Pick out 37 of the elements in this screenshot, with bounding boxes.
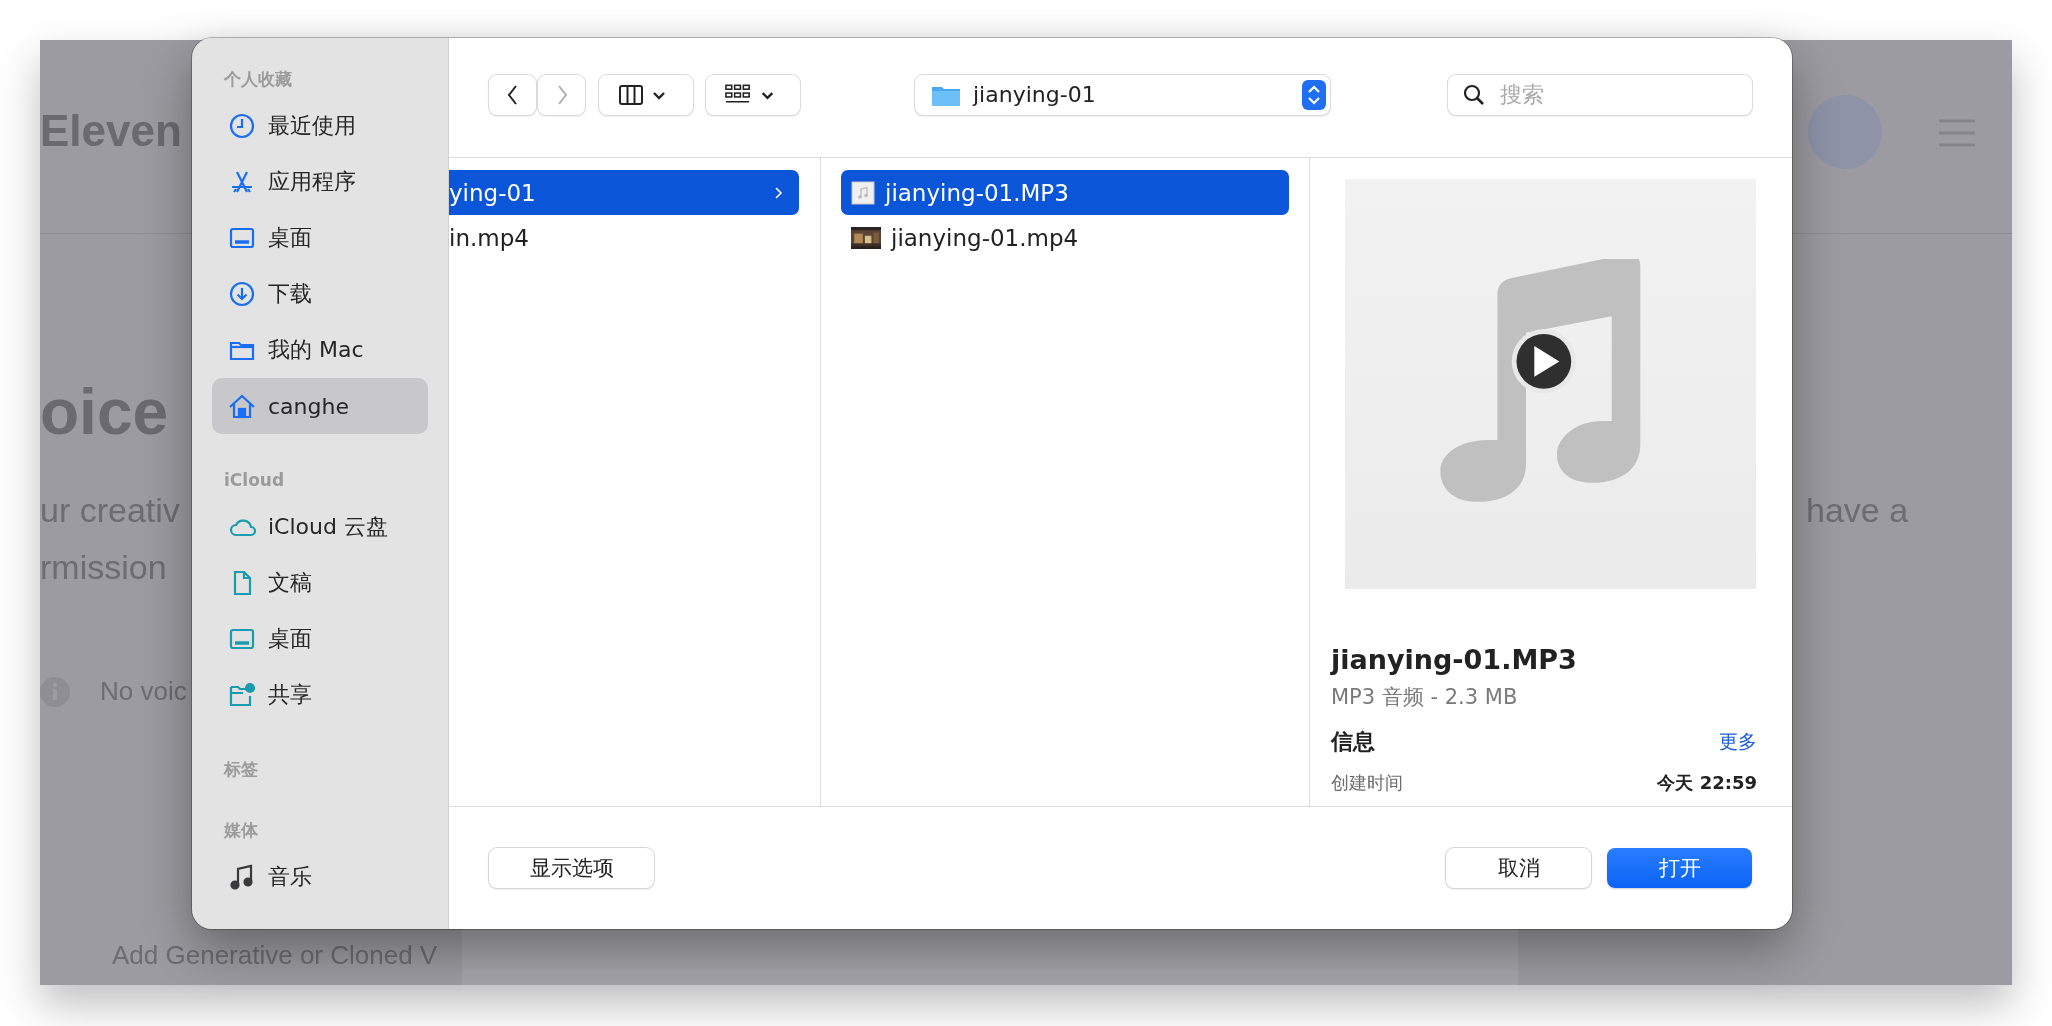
- path-label: jianying-01: [973, 82, 1097, 107]
- field-label: 创建时间: [1331, 771, 1403, 795]
- file-row[interactable]: jianying-01.mp4: [841, 215, 1289, 260]
- sidebar-item[interactable]: 桌面: [212, 210, 428, 266]
- options-button[interactable]: 显示选项: [489, 848, 654, 888]
- search-icon: [1462, 82, 1486, 107]
- search-field[interactable]: 搜索: [1448, 74, 1752, 115]
- group-button[interactable]: [706, 74, 800, 115]
- sidebar-item[interactable]: 应用程序: [212, 154, 428, 210]
- file-details: MP3 音频 - 2.3 MB: [1331, 684, 1519, 711]
- path-popup[interactable]: jianying-01: [915, 74, 1330, 115]
- section-header: iCloud: [223, 469, 286, 492]
- sidebar-item[interactable]: 桌面: [212, 611, 428, 667]
- stepper-icon: [1302, 79, 1326, 110]
- file-row[interactable]: in.mp4: [449, 215, 799, 260]
- sidebar-item[interactable]: 文稿: [212, 555, 428, 611]
- sidebar-item[interactable]: 音乐: [212, 849, 428, 905]
- sidebar-item[interactable]: 下载: [212, 266, 428, 322]
- sidebar-item[interactable]: iCloud 云盘: [212, 499, 428, 555]
- more-link[interactable]: 更多: [1719, 729, 1757, 755]
- audio-file-icon: [851, 180, 875, 205]
- file-name: jianying-01.MP3: [1331, 644, 1578, 675]
- open-button[interactable]: 打开: [1607, 848, 1752, 888]
- sidebar-item[interactable]: 我的 Mac: [212, 322, 428, 378]
- file-row[interactable]: jianying-01.MP3: [841, 170, 1289, 215]
- info-heading: 信息: [1331, 728, 1375, 756]
- view-mode-button[interactable]: [599, 74, 693, 115]
- sidebar-item[interactable]: canghe: [212, 378, 428, 434]
- cancel-button[interactable]: 取消: [1446, 848, 1591, 888]
- field-value: 今天 22:59: [1657, 771, 1757, 795]
- section-header: 个人收藏: [223, 68, 293, 91]
- sidebar-item[interactable]: 共享: [212, 667, 428, 723]
- sidebar-item[interactable]: 最近使用: [212, 98, 428, 154]
- section-header: 媒体: [222, 819, 259, 842]
- section-header: 标签: [222, 758, 259, 781]
- file-row[interactable]: ying-01: [449, 170, 799, 215]
- back-button[interactable]: [489, 74, 536, 115]
